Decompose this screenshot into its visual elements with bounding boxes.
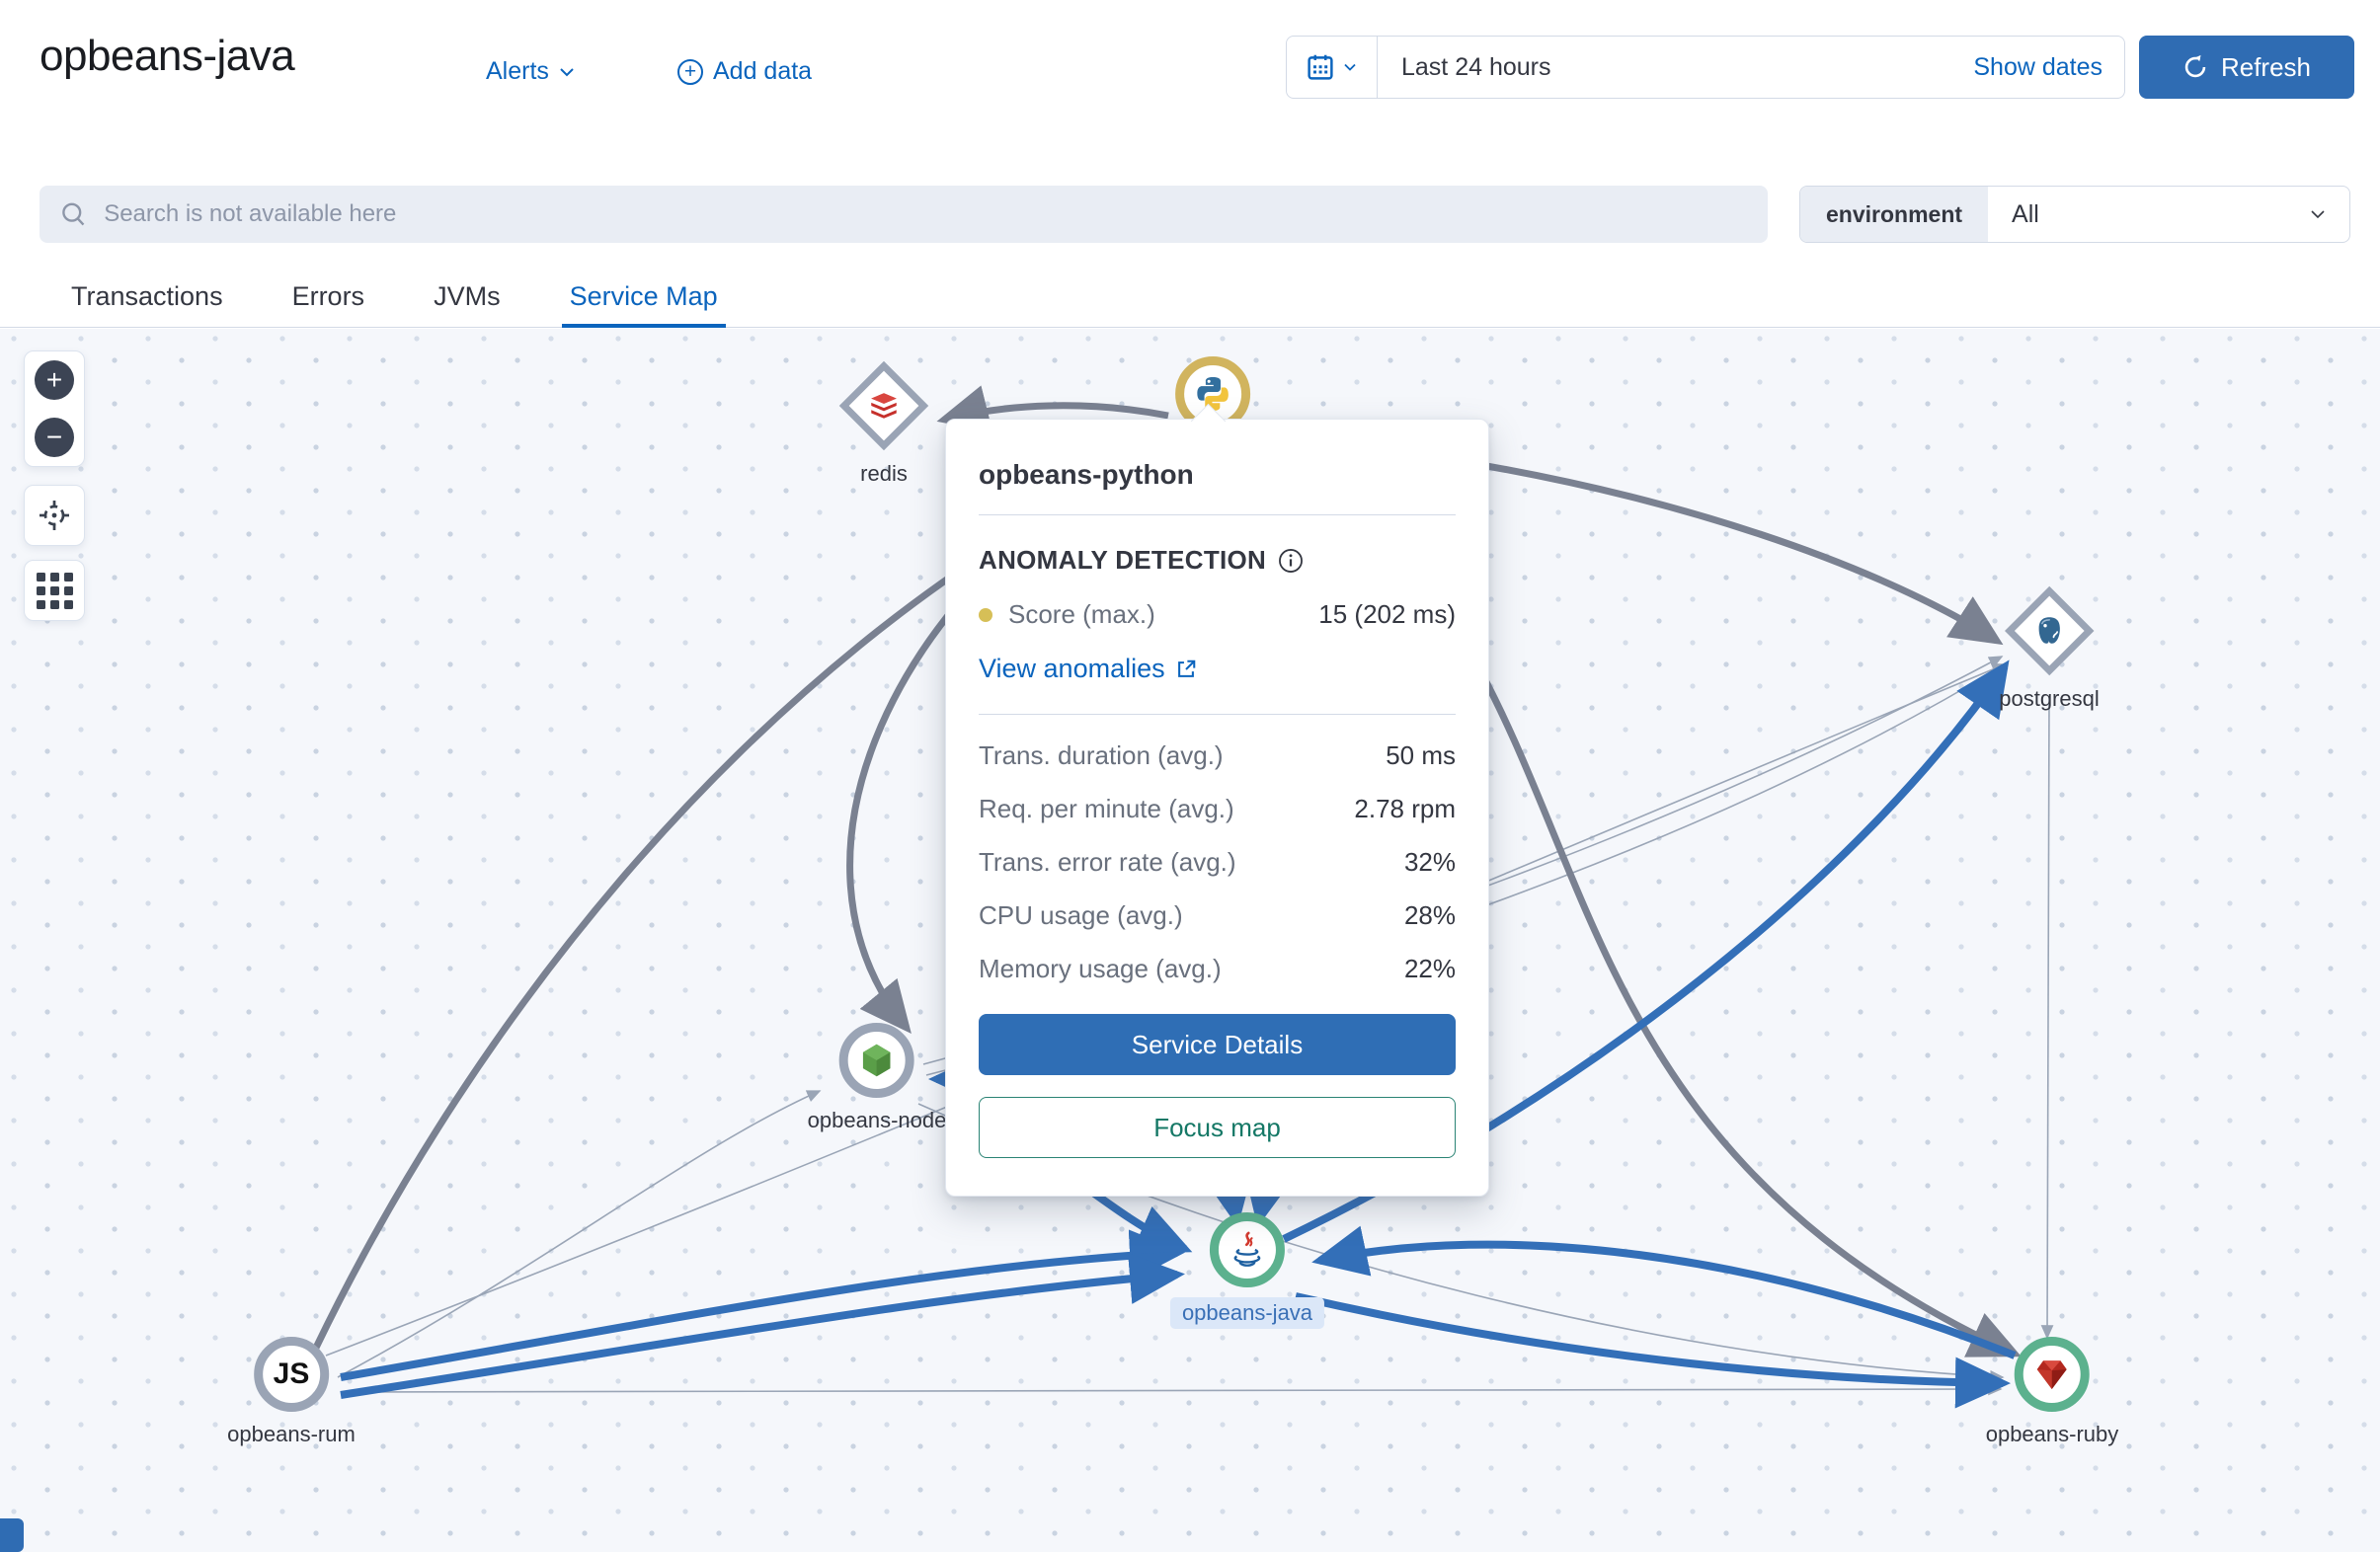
service-details-button[interactable]: Service Details <box>979 1014 1456 1075</box>
node-label: opbeans-ruby <box>1986 1422 2119 1447</box>
service-shape <box>1210 1212 1285 1287</box>
external-link-icon <box>1175 659 1197 680</box>
node-label: redis <box>860 461 908 487</box>
divider <box>979 714 1456 715</box>
stat-row: CPU usage (avg.) 28% <box>979 900 1456 931</box>
view-anomalies-link[interactable]: View anomalies <box>979 654 1197 684</box>
tab-transactions[interactable]: Transactions <box>67 267 227 327</box>
filter-bar: environment All <box>0 164 2380 267</box>
page-header: opbeans-java Alerts + Add data Last 24 h… <box>0 0 2380 164</box>
calendar-dropdown-button[interactable] <box>1287 37 1378 98</box>
popup-title: opbeans-python <box>979 453 1456 514</box>
redis-icon <box>867 389 901 423</box>
dependency-shape <box>839 361 929 451</box>
anomaly-severity-dot <box>979 608 992 622</box>
service-node-opbeans-ruby[interactable]: opbeans-ruby <box>1986 1337 2119 1447</box>
environment-select[interactable]: All <box>1988 187 2349 242</box>
focus-map-button[interactable]: Focus map <box>979 1097 1456 1158</box>
environment-filter-label: environment <box>1800 187 1988 242</box>
show-dates-button[interactable]: Show dates <box>1973 53 2124 82</box>
dependency-shape <box>2005 586 2095 676</box>
grid-dots-icon <box>37 573 73 609</box>
plus-circle-icon: + <box>677 59 703 85</box>
tab-jvms[interactable]: JVMs <box>430 267 505 327</box>
service-stats: Trans. duration (avg.) 50 ms Req. per mi… <box>979 740 1456 984</box>
postgresql-icon <box>2032 614 2066 648</box>
search-input[interactable] <box>104 200 1748 228</box>
tab-service-map[interactable]: Service Map <box>566 267 722 327</box>
service-node-opbeans-java[interactable]: opbeans-java <box>1170 1212 1324 1329</box>
service-popup: opbeans-python ANOMALY DETECTION Score (… <box>945 419 1489 1197</box>
java-icon <box>1227 1229 1268 1271</box>
node-label-selected: opbeans-java <box>1170 1297 1324 1329</box>
stat-row: Trans. duration (avg.) 50 ms <box>979 740 1456 771</box>
anomaly-detection-heading: ANOMALY DETECTION <box>979 545 1266 576</box>
service-node-postgresql[interactable]: postgresql <box>1999 585 2100 712</box>
tab-errors[interactable]: Errors <box>288 267 369 327</box>
calendar-icon <box>1307 53 1334 81</box>
refresh-button[interactable]: Refresh <box>2139 36 2354 99</box>
node-label: opbeans-rum <box>227 1422 356 1447</box>
anomaly-score-row: Score (max.) 15 (202 ms) <box>979 599 1456 630</box>
search-icon <box>59 199 88 229</box>
tab-bar: Transactions Errors JVMs Service Map <box>0 267 2380 328</box>
bottom-left-blue-strip <box>0 1518 24 1552</box>
zoom-in-button[interactable]: + <box>35 360 74 400</box>
javascript-icon: JS <box>274 1358 310 1391</box>
grid-layout-control[interactable] <box>24 560 85 621</box>
ruby-icon <box>2032 1355 2072 1394</box>
service-node-opbeans-rum[interactable]: JS opbeans-rum <box>227 1337 356 1447</box>
divider <box>979 514 1456 515</box>
search-box[interactable] <box>40 186 1768 243</box>
score-label: Score (max.) <box>1008 599 1155 630</box>
service-node-redis[interactable]: redis <box>838 360 929 487</box>
service-shape <box>2015 1337 2090 1412</box>
add-data-button[interactable]: + Add data <box>677 57 812 86</box>
service-shape <box>839 1023 914 1098</box>
zoom-controls: + − <box>24 350 85 467</box>
refresh-icon <box>2182 54 2208 80</box>
chevron-down-icon <box>559 64 575 80</box>
nodejs-icon <box>857 1041 897 1080</box>
crosshair-icon <box>37 498 72 533</box>
chevron-down-icon <box>1342 59 1358 75</box>
service-node-opbeans-node[interactable]: opbeans-node <box>808 1023 947 1133</box>
chevron-down-icon <box>2310 206 2326 222</box>
node-label: opbeans-node <box>808 1108 947 1133</box>
environment-filter: environment All <box>1799 186 2350 243</box>
stat-row: Memory usage (avg.) 22% <box>979 954 1456 984</box>
info-icon[interactable] <box>1278 548 1304 574</box>
time-picker: Last 24 hours Show dates <box>1286 36 2125 99</box>
time-range-value[interactable]: Last 24 hours <box>1378 53 1973 82</box>
center-map-control[interactable] <box>24 485 85 546</box>
alerts-dropdown[interactable]: Alerts <box>486 57 575 86</box>
zoom-out-button[interactable]: − <box>35 418 74 457</box>
node-label: postgresql <box>1999 686 2100 712</box>
stat-row: Trans. error rate (avg.) 32% <box>979 847 1456 878</box>
alerts-label: Alerts <box>486 57 549 86</box>
score-value: 15 (202 ms) <box>1318 599 1456 630</box>
service-shape: JS <box>254 1337 329 1412</box>
stat-row: Req. per minute (avg.) 2.78 rpm <box>979 794 1456 824</box>
page-title: opbeans-java <box>40 32 294 81</box>
add-data-label: Add data <box>713 57 812 86</box>
